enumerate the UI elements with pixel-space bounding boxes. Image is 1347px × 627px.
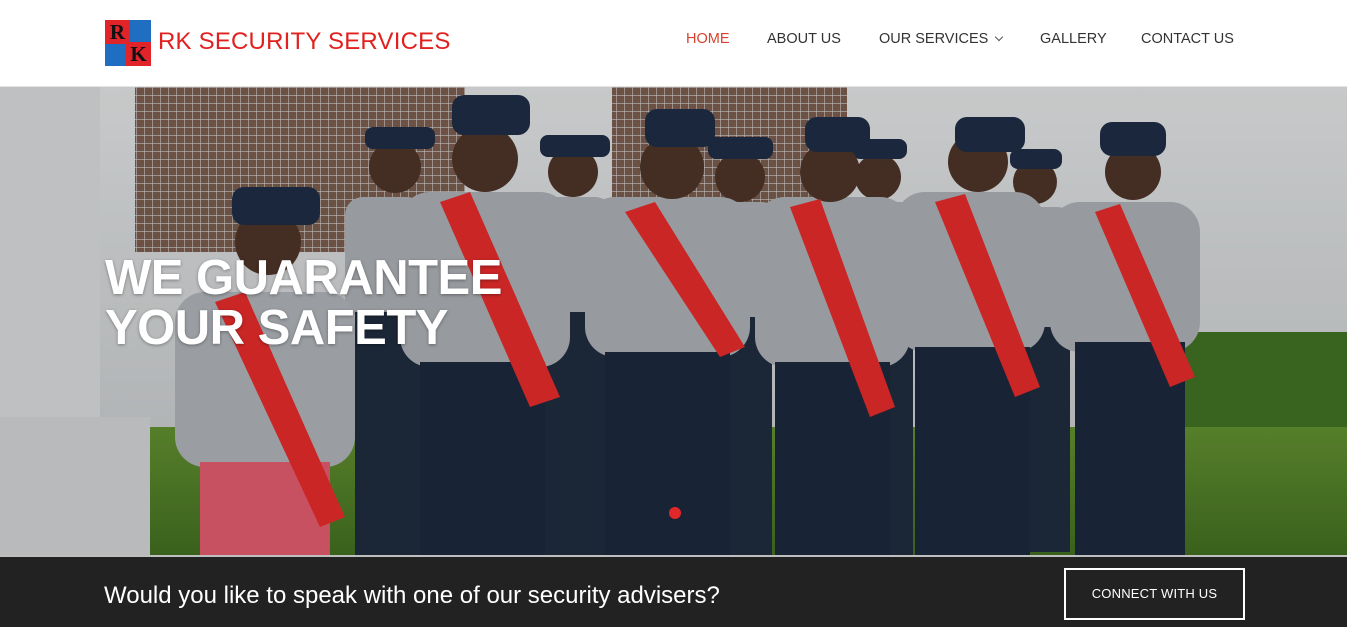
nav-home[interactable]: HOME: [686, 31, 730, 47]
hero-headline-line1: WE GUARANTEE: [105, 251, 502, 305]
main-nav: HOME ABOUT US OUR SERVICES GALLERY CONTA…: [0, 31, 1347, 51]
hero-headline-line2: YOUR SAFETY: [105, 301, 448, 355]
nav-our-services[interactable]: OUR SERVICES: [879, 31, 1004, 47]
hero-slider: WE GUARANTEE YOUR SAFETY: [0, 87, 1347, 555]
hero-headline: WE GUARANTEE YOUR SAFETY: [105, 253, 502, 353]
cta-text: Would you like to speak with one of our …: [104, 582, 720, 609]
nav-our-services-label: OUR SERVICES: [879, 31, 989, 47]
chevron-down-icon: [995, 32, 1004, 42]
cta-bar: Would you like to speak with one of our …: [0, 555, 1347, 627]
nav-about-us[interactable]: ABOUT US: [767, 31, 841, 47]
slider-dot-active[interactable]: [669, 507, 681, 519]
connect-with-us-button[interactable]: CONNECT WITH US: [1064, 568, 1245, 620]
nav-contact-us[interactable]: CONTACT US: [1141, 31, 1234, 47]
site-header: R K RK SECURITY SERVICES HOME ABOUT US O…: [0, 0, 1347, 87]
nav-gallery[interactable]: GALLERY: [1040, 31, 1107, 47]
